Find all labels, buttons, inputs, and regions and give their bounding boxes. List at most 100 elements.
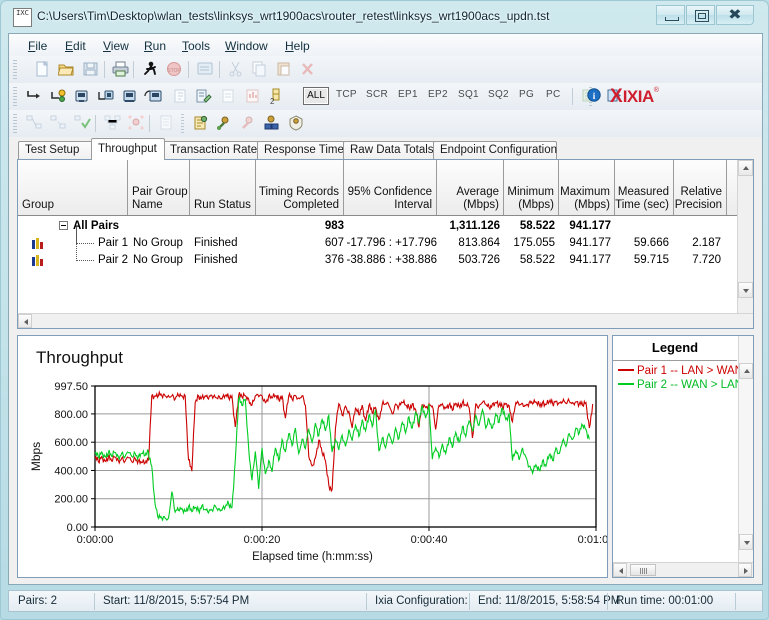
copy-icon[interactable] <box>248 59 270 80</box>
col-group[interactable]: Group <box>18 160 128 215</box>
new-test-icon[interactable] <box>31 59 53 80</box>
legend-scroll-up-button[interactable] <box>739 363 753 379</box>
menu-help[interactable]: Help <box>280 38 315 54</box>
run-results-icon[interactable] <box>189 113 211 134</box>
toolbar-grip[interactable] <box>13 87 17 106</box>
toolbar-grip[interactable] <box>13 114 17 133</box>
legend-scroll-thumb[interactable] <box>630 564 656 576</box>
col-timing-records[interactable]: Timing Records Completed <box>256 160 344 215</box>
maximize-button[interactable] <box>686 5 715 25</box>
protocol-filter-all[interactable]: ALL <box>303 87 329 105</box>
menu-view[interactable]: View <box>98 38 134 54</box>
throughput-chart-panel[interactable]: Throughput 0.00 200.00 400.00 600.00 800.00 9… <box>17 335 608 578</box>
run-test-icon[interactable] <box>139 59 161 80</box>
legend-horizontal-scrollbar[interactable] <box>613 562 753 577</box>
protocol-filter-pc[interactable]: PC <box>546 89 561 100</box>
protocol-filter-scr[interactable]: SCR <box>366 89 388 100</box>
add-video-pair-icon[interactable] <box>95 86 117 107</box>
scroll-left-button[interactable] <box>18 314 32 328</box>
network-map-icon[interactable] <box>125 113 147 134</box>
toolbar-grip[interactable] <box>181 114 184 133</box>
legend-item-pair1[interactable]: Pair 1 -- LAN > WAN <box>618 365 743 377</box>
tab-transaction-rate[interactable]: Transaction Rate <box>163 141 259 159</box>
add-pair-icon[interactable] <box>23 86 45 107</box>
datagram-icon[interactable]: 2 <box>265 86 287 107</box>
protocol-filter-tcp[interactable]: TCP <box>336 89 357 100</box>
results-grid[interactable]: Group Pair Group Name Run Status Timing R… <box>17 159 754 329</box>
col-run-status[interactable]: Run Status <box>190 160 256 215</box>
col-measured-time[interactable]: Measured Time (sec) <box>615 160 674 215</box>
layout-icon[interactable] <box>101 113 123 134</box>
select-script-icon[interactable] <box>193 86 215 107</box>
response-time-icon[interactable] <box>237 113 259 134</box>
cut-icon[interactable] <box>224 59 246 80</box>
toolbar-separator <box>104 61 105 78</box>
add-multicast-pair-icon[interactable] <box>47 86 69 107</box>
scroll-up-button[interactable] <box>738 160 753 176</box>
ixia-wordmark: IXIA <box>622 87 655 106</box>
pair-group-icon[interactable] <box>23 113 45 134</box>
toolbar-grip[interactable] <box>13 60 17 79</box>
edit-pair-icon[interactable] <box>169 86 191 107</box>
menu-run[interactable]: Run <box>139 38 171 54</box>
tab-throughput[interactable]: Throughput <box>91 138 165 160</box>
about-info-icon[interactable]: i <box>581 86 603 107</box>
tab-response-time[interactable]: Response Time <box>257 141 345 159</box>
endpoint-config-icon[interactable] <box>285 113 307 134</box>
print-icon[interactable] <box>109 59 131 80</box>
ungroup-pairs-icon[interactable] <box>47 113 69 134</box>
open-folder-icon[interactable] <box>55 59 77 80</box>
legend-vertical-scrollbar[interactable] <box>738 336 753 562</box>
protocol-filter-ep2[interactable]: EP2 <box>428 89 448 100</box>
grid-properties-icon[interactable] <box>155 113 177 134</box>
table-row[interactable]: All Pairs 983 1,311.126 58.522 941.177 <box>18 218 753 235</box>
legend-scroll-right-button[interactable] <box>738 563 752 577</box>
tab-strip: Test Setup Throughput Transaction Rate R… <box>9 137 762 160</box>
legend-scroll-down-button[interactable] <box>739 534 753 550</box>
save-icon[interactable] <box>79 59 101 80</box>
scroll-down-button[interactable] <box>738 282 753 298</box>
grid-horizontal-scrollbar[interactable] <box>18 313 753 328</box>
legend-panel[interactable]: Legend Pair 1 -- LAN > WAN Pair 2 -- WAN… <box>612 335 754 578</box>
protocol-filter-ep1[interactable]: EP1 <box>398 89 418 100</box>
col-confidence-interval[interactable]: 95% Confidence Interval <box>344 160 437 215</box>
swap-endpoints-icon[interactable] <box>194 59 216 80</box>
grid-header-row: Group Pair Group Name Run Status Timing R… <box>18 160 753 216</box>
tab-endpoint-configuration[interactable]: Endpoint Configuration <box>433 141 557 159</box>
add-hardware-multicast-icon[interactable] <box>143 86 165 107</box>
menu-edit[interactable]: Edit <box>60 38 91 54</box>
add-hardware-pair-icon[interactable] <box>119 86 141 107</box>
check-pairs-icon[interactable] <box>71 113 93 134</box>
delete-icon[interactable] <box>296 59 318 80</box>
expand-collapse-toggle[interactable] <box>59 221 68 230</box>
col-average[interactable]: Average (Mbps) <box>437 160 504 215</box>
menu-tools[interactable]: Tools <box>177 38 215 54</box>
minimize-button[interactable] <box>656 5 685 25</box>
menu-window[interactable]: Window <box>220 38 273 54</box>
protocol-filter-sq1[interactable]: SQ1 <box>458 89 479 100</box>
raw-data-icon[interactable] <box>261 113 283 134</box>
col-pair-group-name[interactable]: Pair Group Name <box>128 160 190 215</box>
tab-test-setup[interactable]: Test Setup <box>18 141 93 159</box>
throughput-chart-icon[interactable] <box>213 113 235 134</box>
stop-test-icon[interactable]: STOP <box>163 59 185 80</box>
table-row[interactable]: Pair 1 No Group Finished 607 -17.796 : +… <box>18 227 753 252</box>
validate-icon[interactable] <box>217 86 239 107</box>
protocol-filter-sq2[interactable]: SQ2 <box>488 89 509 100</box>
legend-item-pair2[interactable]: Pair 2 -- WAN > LAN <box>618 379 743 391</box>
status-run-time: Run time: 00:01:00 <box>616 595 714 607</box>
paste-icon[interactable] <box>272 59 294 80</box>
grid-vertical-scrollbar[interactable] <box>737 160 753 328</box>
col-relative-precision[interactable]: Relative Precision <box>674 160 727 215</box>
menu-file[interactable]: File <box>23 38 52 54</box>
table-row[interactable]: Pair 2 No Group Finished 376 -38.886 : +… <box>18 227 753 269</box>
protocol-filter-pg[interactable]: PG <box>519 89 534 100</box>
legend-scroll-left-button[interactable] <box>613 563 627 577</box>
tab-raw-data-totals[interactable]: Raw Data Totals <box>343 141 435 159</box>
col-minimum[interactable]: Minimum (Mbps) <box>504 160 559 215</box>
chart-plot: 0.00 200.00 400.00 600.00 800.00 997.50 0:00:0… <box>29 381 607 546</box>
report-icon[interactable] <box>241 86 263 107</box>
close-button[interactable]: ✖ <box>716 5 754 25</box>
add-voip-pair-icon[interactable] <box>71 86 93 107</box>
col-maximum[interactable]: Maximum (Mbps) <box>559 160 615 215</box>
